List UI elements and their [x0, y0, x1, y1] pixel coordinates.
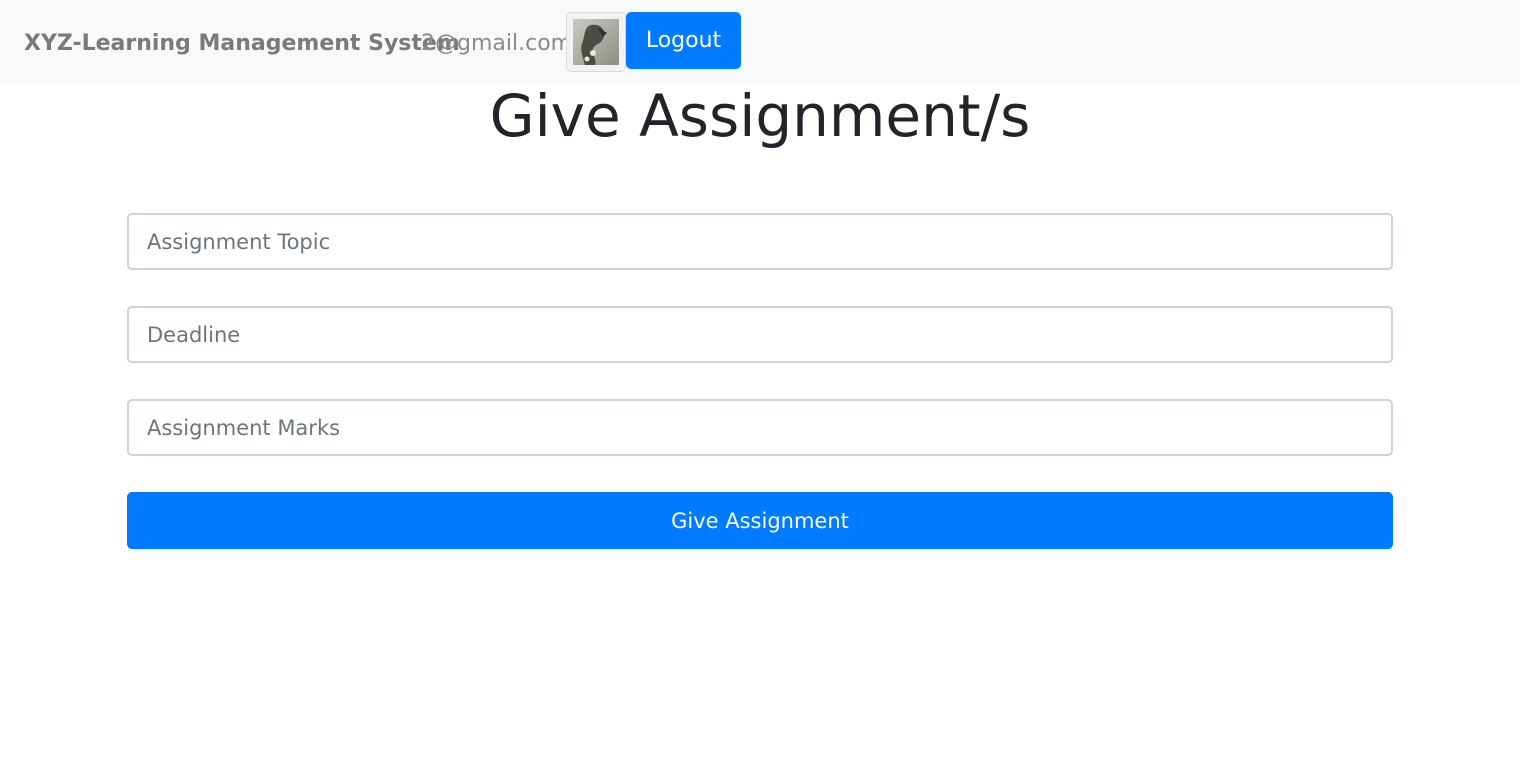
brand-title[interactable]: XYZ-Learning Management System [24, 30, 460, 58]
deadline-input[interactable] [127, 306, 1393, 363]
give-assignment-button[interactable]: Give Assignment [127, 492, 1393, 549]
profile-photo-icon [573, 19, 619, 65]
assignment-marks-input[interactable] [127, 399, 1393, 456]
assignment-topic-input[interactable] [127, 213, 1393, 270]
page-title: Give Assignment/s [489, 82, 1031, 150]
navbar: XYZ-Learning Management System 2@gmail.c… [0, 0, 1520, 84]
logout-button[interactable]: Logout [626, 12, 741, 69]
avatar[interactable] [566, 12, 626, 72]
user-email: 2@gmail.com [421, 31, 573, 56]
